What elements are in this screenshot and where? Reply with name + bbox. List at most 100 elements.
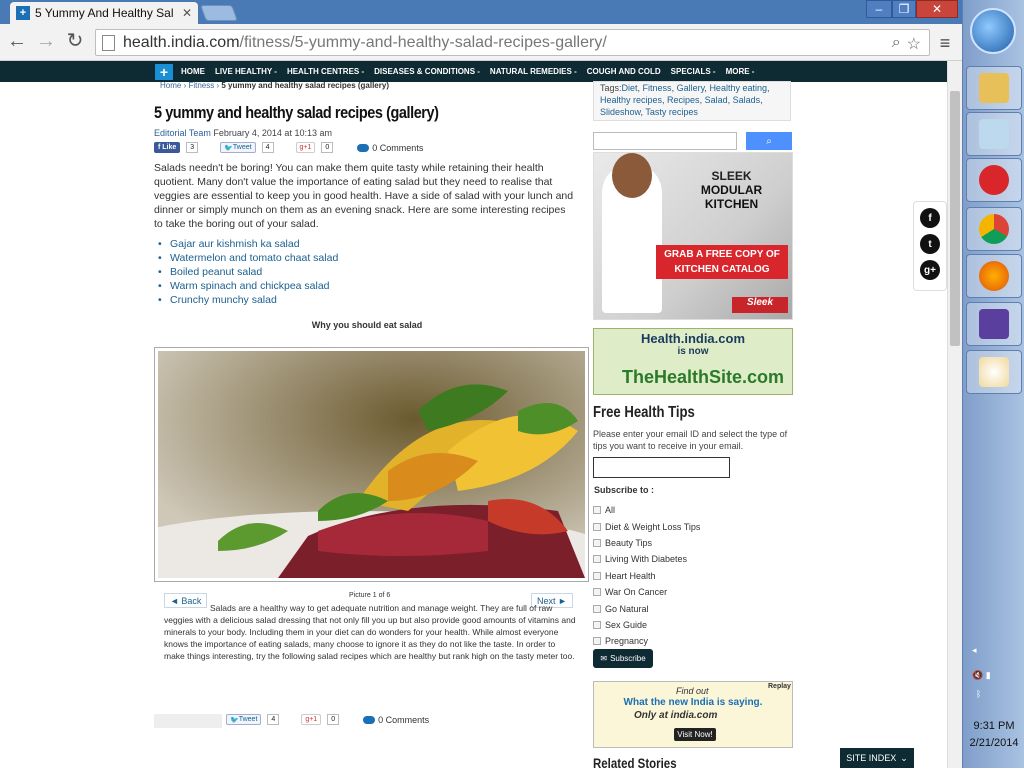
monitor-icon xyxy=(979,309,1009,339)
site-logo-icon[interactable]: + xyxy=(155,63,173,80)
option-item[interactable]: Pregnancy xyxy=(593,633,700,649)
checkbox[interactable] xyxy=(593,571,601,580)
show-hidden-icons-icon[interactable]: ◂ xyxy=(972,645,1022,656)
subscription-options: All Diet & Weight Loss Tips Beauty Tips … xyxy=(593,502,700,650)
salad-photo[interactable] xyxy=(158,351,585,578)
facebook-like-button[interactable]: f Like xyxy=(154,142,181,153)
minimize-button[interactable]: – xyxy=(866,0,892,18)
gplus-button[interactable]: g+1 xyxy=(301,714,322,725)
bluetooth-icon[interactable]: ᛒ xyxy=(976,689,1022,699)
nav-home[interactable]: HOME xyxy=(181,67,205,76)
close-tab-icon[interactable]: ✕ xyxy=(182,6,192,20)
clock-time: 9:31 PM xyxy=(973,720,1015,732)
taskbar-notepad[interactable] xyxy=(966,112,1022,156)
comment-bubble-icon xyxy=(357,143,370,152)
new-tab-button[interactable] xyxy=(200,5,238,21)
clock[interactable]: 9:31 PM 2/21/2014 xyxy=(966,718,1022,752)
close-window-button[interactable]: ✕ xyxy=(916,0,958,18)
tag-link[interactable]: Healthy recipes xyxy=(600,95,662,105)
author-link[interactable]: Editorial Team xyxy=(154,128,211,138)
site-search-input[interactable] xyxy=(593,132,737,150)
checkbox[interactable] xyxy=(593,637,601,646)
option-item[interactable]: Living With Diabetes xyxy=(593,551,700,567)
tag-link[interactable]: Diet xyxy=(622,83,638,93)
tab-active[interactable]: + 5 Yummy And Healthy Sal ✕ xyxy=(10,2,198,24)
subscribe-button[interactable]: ✉ Subscribe xyxy=(593,649,653,668)
checkbox[interactable] xyxy=(593,522,601,531)
taskbar-firefox[interactable] xyxy=(966,254,1022,298)
tag-link[interactable]: Salads xyxy=(733,95,761,105)
back-icon[interactable]: ← xyxy=(6,31,28,53)
tag-link[interactable]: Gallery xyxy=(677,83,705,93)
nav-more[interactable]: MORE - xyxy=(726,67,755,76)
tag-link[interactable]: Salad xyxy=(705,95,728,105)
india-com-ad[interactable]: Find out Replay What the new India is sa… xyxy=(593,681,793,748)
facebook-icon[interactable]: f xyxy=(920,208,940,228)
comments-link[interactable]: 0 Comments xyxy=(357,143,423,153)
checkbox[interactable] xyxy=(593,538,601,547)
comments-link[interactable]: 0 Comments xyxy=(363,715,429,725)
nav-health-centres[interactable]: HEALTH CENTRES - xyxy=(287,67,364,76)
checkbox[interactable] xyxy=(593,604,601,613)
checkbox[interactable] xyxy=(593,555,601,564)
option-item[interactable]: All xyxy=(593,502,700,518)
taskbar-app[interactable] xyxy=(966,158,1022,202)
reload-icon[interactable]: ↻ xyxy=(64,31,86,53)
tag-link[interactable]: Recipes xyxy=(667,95,700,105)
menu-icon[interactable]: ≡ xyxy=(936,33,954,54)
option-item[interactable]: Diet & Weight Loss Tips xyxy=(593,518,700,534)
recipe-link[interactable]: Boiled peanut salad xyxy=(158,265,338,279)
taskbar-explorer[interactable] xyxy=(966,66,1022,110)
tag-link[interactable]: Tasty recipes xyxy=(645,107,698,117)
nav-natural-remedies[interactable]: NATURAL REMEDIES - xyxy=(490,67,577,76)
nav-specials[interactable]: SPECIALS - xyxy=(671,67,716,76)
forward-icon[interactable]: → xyxy=(35,31,57,53)
option-label: Beauty Tips xyxy=(605,537,653,548)
checkbox[interactable] xyxy=(593,588,601,597)
breadcrumb-home[interactable]: Home xyxy=(160,81,181,90)
tag-link[interactable]: Slideshow xyxy=(600,107,641,117)
gplus-button[interactable]: g+1 xyxy=(295,142,316,153)
recipe-link[interactable]: Gajar aur kishmish ka salad xyxy=(158,237,338,251)
breadcrumb-section[interactable]: Fitness xyxy=(188,81,214,90)
option-item[interactable]: Beauty Tips xyxy=(593,535,700,551)
taskbar-paint[interactable] xyxy=(966,350,1022,394)
tweet-button[interactable]: 🐦 Tweet xyxy=(220,142,256,153)
kitchen-ad[interactable]: SLEEK MODULAR KITCHEN GRAB A FREE COPY O… xyxy=(593,152,793,320)
google-plus-icon[interactable]: g+ xyxy=(920,260,940,280)
tweet-button[interactable]: 🐦 Tweet xyxy=(226,714,262,725)
healthsite-ad[interactable]: Health.india.com is now TheHealthSite.co… xyxy=(593,328,793,395)
scrollbar-thumb[interactable] xyxy=(950,91,960,346)
nav-diseases[interactable]: DISEASES & CONDITIONS - xyxy=(374,67,480,76)
nav-cough-cold[interactable]: COUGH AND COLD xyxy=(587,67,661,76)
option-item[interactable]: War On Cancer xyxy=(593,584,700,600)
option-item[interactable]: Heart Health xyxy=(593,568,700,584)
option-item[interactable]: Go Natural xyxy=(593,600,700,616)
twitter-icon[interactable]: t xyxy=(920,234,940,254)
breadcrumb: Home › Fitness › 5 yummy and healthy sal… xyxy=(160,81,389,90)
checkbox[interactable] xyxy=(593,620,601,629)
checkbox[interactable] xyxy=(593,506,601,515)
tag-link[interactable]: Healthy eating xyxy=(709,83,767,93)
bookmark-star-icon[interactable]: ☆ xyxy=(907,34,921,54)
site-search-button[interactable]: ⌕ xyxy=(746,132,792,150)
vertical-scrollbar[interactable] xyxy=(947,61,962,768)
recipe-link[interactable]: Crunchy munchy salad xyxy=(158,293,338,307)
nav-live-healthy[interactable]: LIVE HEALTHY - xyxy=(215,67,277,76)
site-index-button[interactable]: SITE INDEX ⌄ xyxy=(840,748,914,768)
maximize-button[interactable]: ❐ xyxy=(892,0,916,18)
ad3-replay[interactable]: Replay xyxy=(768,683,791,690)
volume-muted-icon[interactable]: 🔇 ▮ xyxy=(972,670,1022,681)
search-icon[interactable]: ⌕ xyxy=(892,34,901,54)
recipe-link[interactable]: Warm spinach and chickpea salad xyxy=(158,279,338,293)
recipe-link[interactable]: Watermelon and tomato chaat salad xyxy=(158,251,338,265)
ad1-cta[interactable]: GRAB A FREE COPY OF KITCHEN CATALOG xyxy=(656,245,788,279)
address-bar[interactable]: health.india.com/fitness/5-yummy-and-hea… xyxy=(95,29,930,56)
email-field[interactable] xyxy=(593,457,730,478)
taskbar-remote[interactable] xyxy=(966,302,1022,346)
option-item[interactable]: Sex Guide xyxy=(593,617,700,633)
tag-link[interactable]: Fitness xyxy=(643,83,672,93)
ad3-visit-button[interactable]: Visit Now! xyxy=(674,728,716,741)
taskbar-chrome[interactable] xyxy=(966,207,1022,251)
start-button[interactable] xyxy=(970,8,1016,54)
